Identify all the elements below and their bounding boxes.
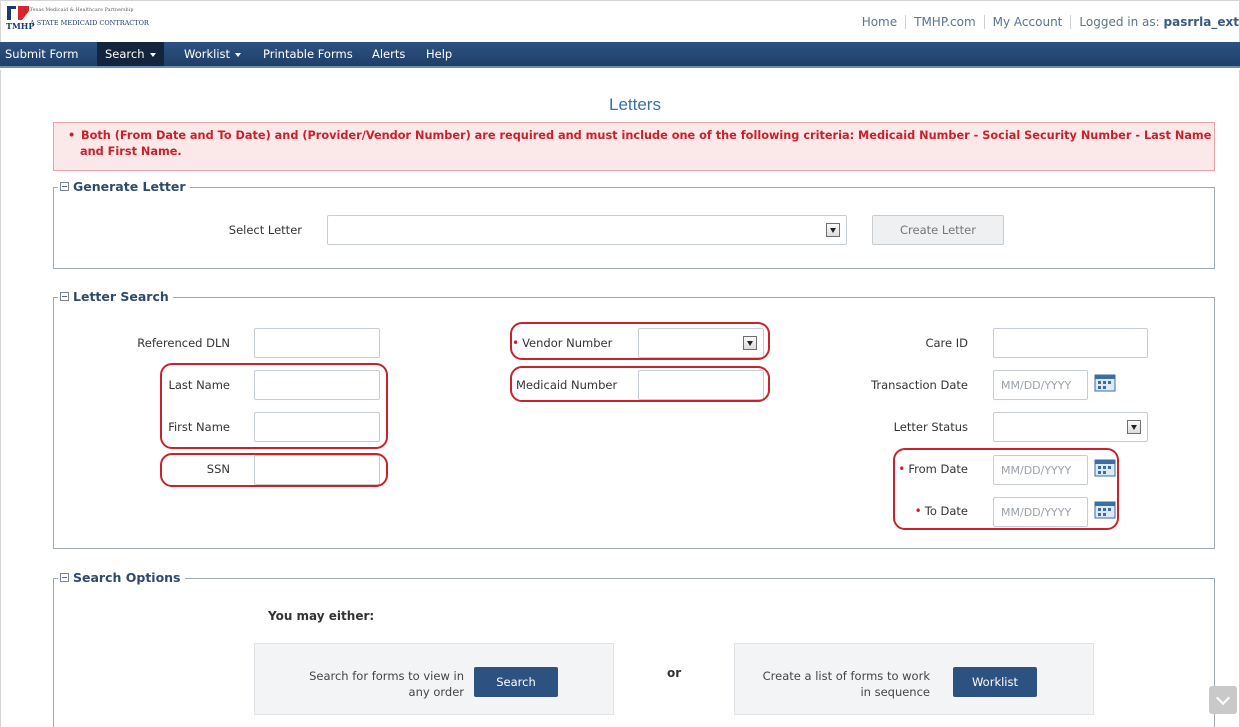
- worklist-option-text: Create a list of forms to work in sequenc…: [740, 668, 930, 700]
- tmhp-com-link[interactable]: TMHP.com: [906, 15, 984, 29]
- home-link[interactable]: Home: [854, 15, 905, 29]
- tmhp-logo[interactable]: TMHP Texas Medicaid & Healthcare Partner…: [6, 5, 186, 35]
- vendor-number-dropdown[interactable]: [638, 328, 764, 358]
- or-label: or: [667, 666, 682, 680]
- top-bar: TMHP Texas Medicaid & Healthcare Partner…: [0, 0, 1240, 42]
- nav-label: Worklist: [184, 47, 231, 61]
- validation-alert: • Both (From Date and To Date) and (Provi…: [53, 122, 1215, 171]
- nav-label: Submit Form: [5, 47, 79, 61]
- page-title: Letters: [609, 95, 661, 114]
- medicaid-number-label: Medicaid Number: [516, 378, 618, 392]
- minus-box-icon[interactable]: [60, 573, 69, 582]
- vendor-number-text: Vendor Number: [522, 336, 613, 350]
- from-date-text: From Date: [908, 462, 968, 476]
- to-date-label: • To Date: [840, 504, 968, 518]
- calendar-icon[interactable]: [1094, 372, 1116, 392]
- chevron-down-icon: [235, 52, 242, 57]
- nav-printable-forms[interactable]: Printable Forms: [263, 42, 353, 66]
- required-marker: •: [914, 504, 922, 518]
- nav-worklist[interactable]: Worklist: [184, 42, 242, 66]
- worklist-button[interactable]: Worklist: [953, 667, 1037, 697]
- calendar-icon[interactable]: [1094, 457, 1116, 477]
- select-letter-dropdown[interactable]: [327, 215, 847, 245]
- search-text-line1: Search for forms to view in: [309, 669, 464, 683]
- chevron-down-icon[interactable]: [826, 223, 840, 237]
- main-nav: Submit Form Search Worklist Printable Fo…: [0, 42, 1240, 68]
- scroll-down-button[interactable]: [1209, 686, 1237, 714]
- top-links: Home TMHP.com My Account Logged in as: p…: [854, 15, 1239, 29]
- create-letter-button[interactable]: Create Letter: [872, 215, 1004, 245]
- section-legend[interactable]: Search Options: [58, 570, 185, 585]
- legend-text: Generate Letter: [73, 179, 186, 194]
- to-date-input[interactable]: [993, 497, 1088, 527]
- nav-submit-form[interactable]: Submit Form: [5, 42, 78, 66]
- transaction-date-input[interactable]: [993, 370, 1088, 400]
- nav-label: Search: [105, 47, 145, 61]
- section-legend[interactable]: Letter Search: [58, 289, 173, 304]
- ssn-input[interactable]: [254, 455, 380, 485]
- nav-label: Alerts: [372, 47, 406, 61]
- worklist-text-line1: Create a list of forms to work: [762, 669, 930, 683]
- chevron-down-icon: [149, 52, 156, 57]
- referenced-dln-input[interactable]: [254, 328, 380, 358]
- search-option-text: Search for forms to view in any order: [260, 668, 464, 700]
- my-account-link[interactable]: My Account: [985, 15, 1071, 29]
- alert-line-1: • Both (From Date and To Date) and (Provi…: [68, 128, 1214, 144]
- first-name-label: First Name: [168, 420, 230, 434]
- alert-line-2: and First Name.: [80, 145, 182, 158]
- last-name-label: Last Name: [168, 378, 230, 392]
- nav-help[interactable]: Help: [426, 42, 452, 66]
- vendor-number-label: • Vendor Number: [512, 336, 616, 350]
- search-text-line2: any order: [408, 685, 464, 699]
- medicaid-number-input[interactable]: [638, 370, 764, 400]
- chevron-down-icon[interactable]: [743, 336, 757, 350]
- username: pasrrla_ext: [1163, 15, 1240, 29]
- select-letter-label: Select Letter: [228, 223, 302, 237]
- chevron-down-icon[interactable]: [1127, 420, 1141, 434]
- nav-alerts[interactable]: Alerts: [372, 42, 405, 66]
- logged-in-label: Logged in as: pasrrla_ext: [1071, 15, 1239, 29]
- letter-status-label: Letter Status: [893, 420, 968, 434]
- legend-text: Search Options: [73, 570, 181, 585]
- worklist-text-line2: in sequence: [860, 685, 930, 699]
- nav-label: Help: [426, 47, 453, 61]
- logo-subtitle: A STATE MEDICAID CONTRACTOR: [30, 19, 149, 27]
- alert-text-1: Both (From Date and To Date) and (Provid…: [81, 129, 1212, 142]
- logo-tagline: Texas Medicaid & Healthcare Partnership: [30, 8, 134, 13]
- minus-box-icon[interactable]: [60, 182, 69, 191]
- bullet: •: [68, 129, 76, 142]
- care-id-label: Care ID: [925, 336, 968, 350]
- from-date-label: • From Date: [840, 462, 968, 476]
- transaction-date-label: Transaction Date: [871, 378, 968, 392]
- care-id-input[interactable]: [993, 328, 1148, 358]
- first-name-input[interactable]: [254, 412, 380, 442]
- legend-text: Letter Search: [73, 289, 169, 304]
- from-date-input[interactable]: [993, 455, 1088, 485]
- options-heading: You may either:: [268, 609, 375, 623]
- search-button[interactable]: Search: [474, 667, 558, 697]
- nav-label: Printable Forms: [263, 47, 353, 61]
- minus-box-icon[interactable]: [60, 292, 69, 301]
- to-date-text: To Date: [924, 504, 968, 518]
- nav-search[interactable]: Search: [97, 42, 164, 66]
- letter-status-dropdown[interactable]: [993, 412, 1148, 442]
- tmhp-logo-icon: [7, 6, 29, 20]
- section-legend[interactable]: Generate Letter: [58, 179, 190, 194]
- required-marker: •: [898, 462, 906, 476]
- calendar-icon[interactable]: [1094, 499, 1116, 519]
- referenced-dln-label: Referenced DLN: [137, 336, 230, 350]
- required-marker: •: [512, 336, 520, 350]
- logged-in-text: Logged in as:: [1079, 15, 1160, 29]
- last-name-input[interactable]: [254, 370, 380, 400]
- ssn-label: SSN: [206, 462, 230, 476]
